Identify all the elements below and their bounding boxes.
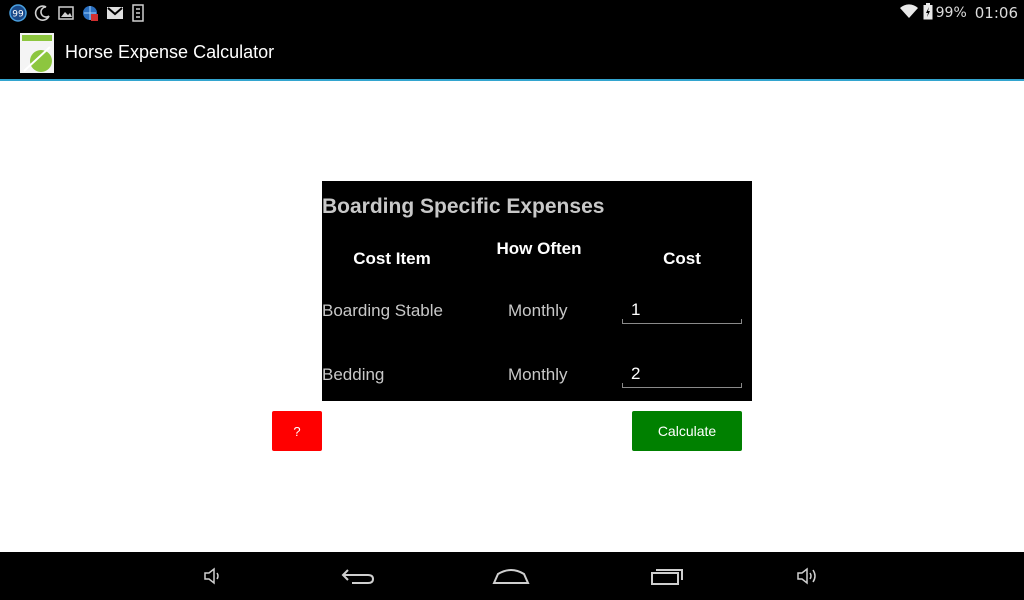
battery-percent: 99%: [935, 5, 967, 21]
moon-icon: [34, 4, 52, 22]
notification-count-text: 99: [12, 10, 24, 20]
bedding-cost-input[interactable]: [622, 360, 742, 388]
help-button[interactable]: ?: [272, 411, 322, 451]
navigation-bar: [0, 552, 1024, 600]
globe-update-icon: [81, 4, 99, 22]
home-icon[interactable]: [491, 562, 531, 590]
volume-up-icon[interactable]: [788, 562, 828, 590]
content-area: Boarding Specific Expenses Cost Item How…: [0, 81, 1024, 552]
wifi-icon: [899, 3, 919, 23]
column-header-how-often: How Often: [496, 239, 582, 258]
input-underline-tick: [741, 383, 742, 388]
row-item-bedding: Bedding: [322, 365, 385, 384]
clock-time: 01:06: [974, 4, 1018, 22]
volume-down-icon[interactable]: [194, 562, 234, 590]
battery-icon: [923, 2, 933, 24]
row-frequency-boarding-stable: Monthly: [508, 301, 568, 320]
image-icon: [58, 4, 74, 22]
gmail-icon: [106, 4, 124, 22]
input-underline-tick: [741, 319, 742, 324]
screen: 99 99% 01:06 Horse Expense Calculator Bo…: [0, 0, 1024, 600]
app-title: Horse Expense Calculator: [65, 42, 275, 62]
input-underline-tick: [622, 319, 623, 324]
usb-storage-icon: [131, 4, 145, 22]
status-right-group: 99% 01:06: [899, 2, 1018, 24]
recent-apps-icon[interactable]: [647, 562, 687, 590]
column-header-cost: Cost: [663, 249, 701, 268]
app-logo-icon: [20, 33, 54, 73]
input-underline-tick: [622, 383, 623, 388]
status-bar: 99 99% 01:06: [0, 0, 1024, 26]
boarding-stable-cost-input[interactable]: [622, 296, 742, 324]
notification-count-icon: 99: [9, 4, 27, 22]
row-frequency-bedding: Monthly: [508, 365, 568, 384]
action-bar: Horse Expense Calculator: [0, 26, 1024, 79]
row-item-boarding-stable: Boarding Stable: [322, 301, 443, 320]
column-header-cost-item: Cost Item: [353, 249, 431, 268]
back-icon[interactable]: [338, 562, 378, 590]
boarding-expenses-panel: Boarding Specific Expenses Cost Item How…: [322, 181, 752, 401]
calculate-button[interactable]: Calculate: [632, 411, 742, 451]
panel-title: Boarding Specific Expenses: [322, 195, 605, 218]
